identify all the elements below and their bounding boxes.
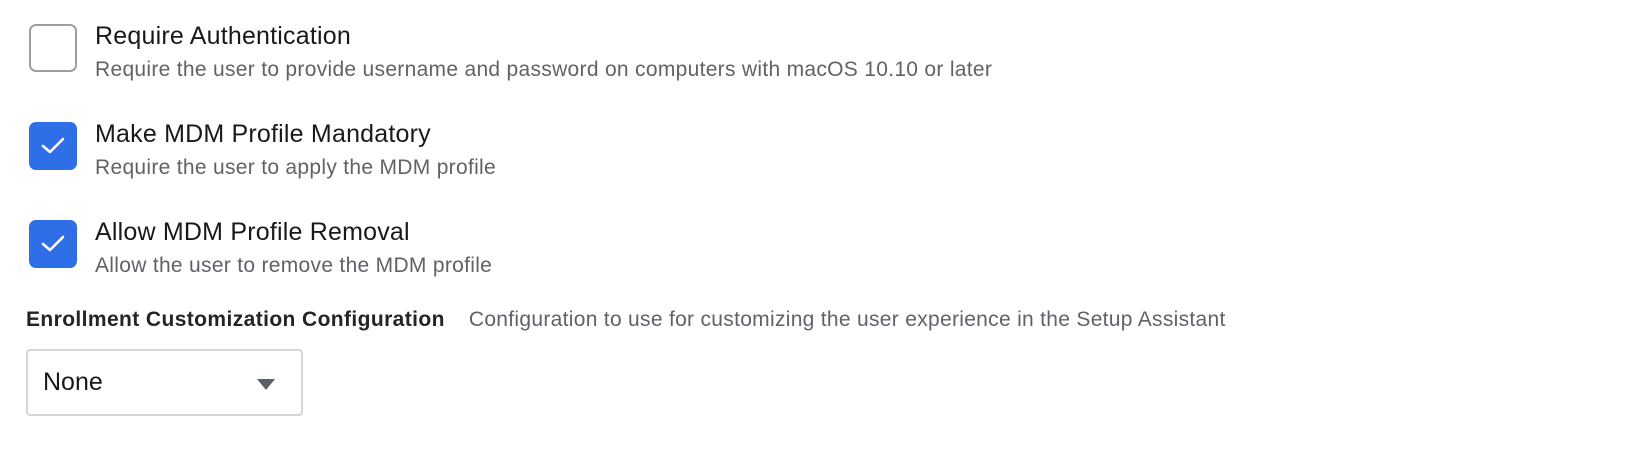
enrollment-customization-select[interactable]: None bbox=[26, 349, 303, 416]
option-require-authentication: Require Authentication Require the user … bbox=[29, 22, 992, 85]
option-title[interactable]: Make MDM Profile Mandatory bbox=[95, 117, 496, 151]
select-value: None bbox=[43, 368, 103, 396]
option-make-mdm-profile-mandatory: Make MDM Profile Mandatory Require the u… bbox=[29, 120, 496, 183]
option-description: Require the user to provide username and… bbox=[95, 58, 993, 81]
make-mdm-profile-mandatory-checkbox[interactable] bbox=[29, 122, 77, 170]
enrollment-settings-panel: Require Authentication Require the user … bbox=[0, 0, 1648, 450]
enrollment-customization-row: Enrollment Customization Configuration C… bbox=[26, 308, 1226, 332]
option-title[interactable]: Require Authentication bbox=[95, 19, 992, 53]
option-description: Require the user to apply the MDM profil… bbox=[95, 156, 496, 179]
require-authentication-checkbox[interactable] bbox=[29, 24, 77, 72]
option-text: Allow MDM Profile Removal Allow the user… bbox=[95, 215, 492, 281]
option-allow-mdm-profile-removal: Allow MDM Profile Removal Allow the user… bbox=[29, 218, 492, 281]
chevron-down-icon bbox=[257, 379, 275, 390]
enrollment-customization-label: Enrollment Customization Configuration bbox=[26, 308, 445, 331]
enrollment-customization-help: Configuration to use for customizing the… bbox=[468, 308, 1226, 331]
checkmark-icon bbox=[41, 235, 65, 252]
option-text: Make MDM Profile Mandatory Require the u… bbox=[95, 117, 496, 183]
option-title[interactable]: Allow MDM Profile Removal bbox=[95, 215, 492, 249]
checkmark-icon bbox=[41, 137, 65, 154]
option-text: Require Authentication Require the user … bbox=[95, 19, 992, 85]
allow-mdm-profile-removal-checkbox[interactable] bbox=[29, 220, 77, 268]
option-description: Allow the user to remove the MDM profile bbox=[95, 254, 493, 277]
